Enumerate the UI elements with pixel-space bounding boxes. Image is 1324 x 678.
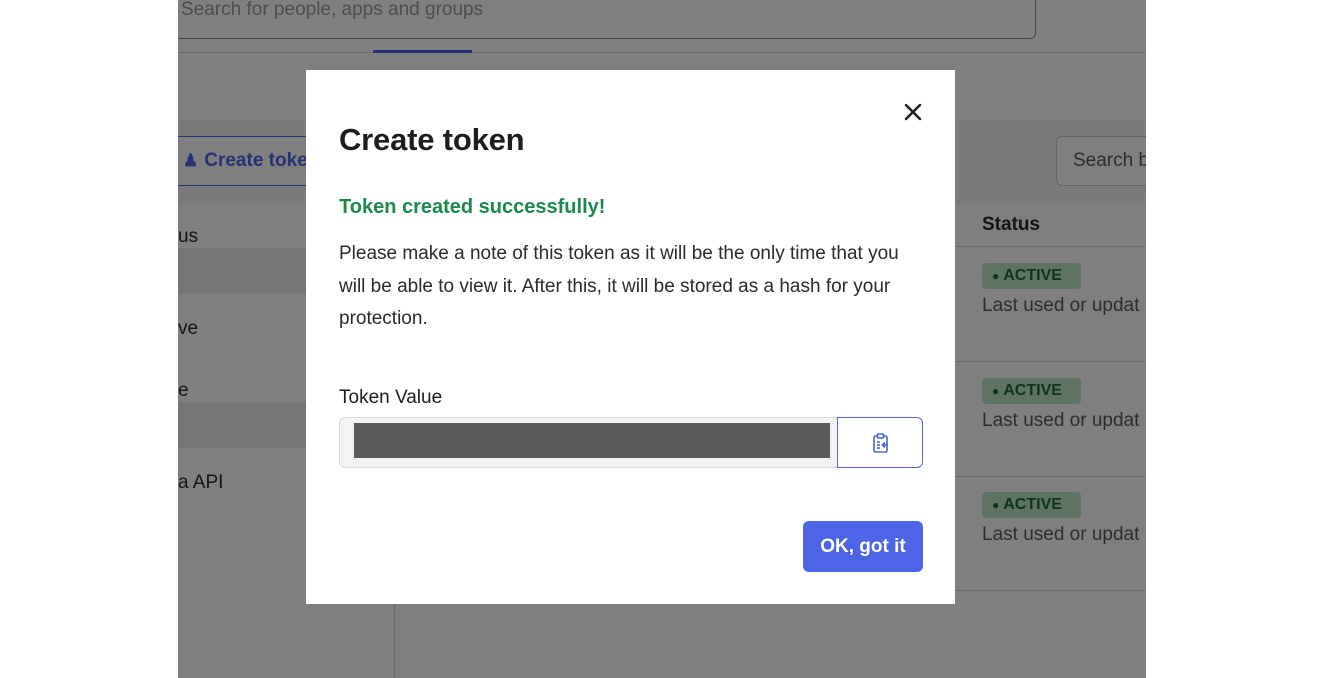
close-icon	[899, 98, 927, 126]
dialog-title: Create token	[339, 122, 525, 157]
token-value-redacted	[354, 423, 830, 458]
ok-got-it-button[interactable]: OK, got it	[803, 521, 923, 572]
token-note: Please make a note of this token as it w…	[339, 243, 899, 329]
token-value-field[interactable]	[339, 417, 839, 468]
success-message: Token created successfully!	[339, 196, 606, 218]
token-value-label: Token Value	[339, 387, 443, 408]
create-token-dialog: Create token Token created successfully!…	[306, 70, 955, 604]
copy-token-button[interactable]	[837, 417, 923, 468]
close-button[interactable]	[899, 98, 927, 126]
